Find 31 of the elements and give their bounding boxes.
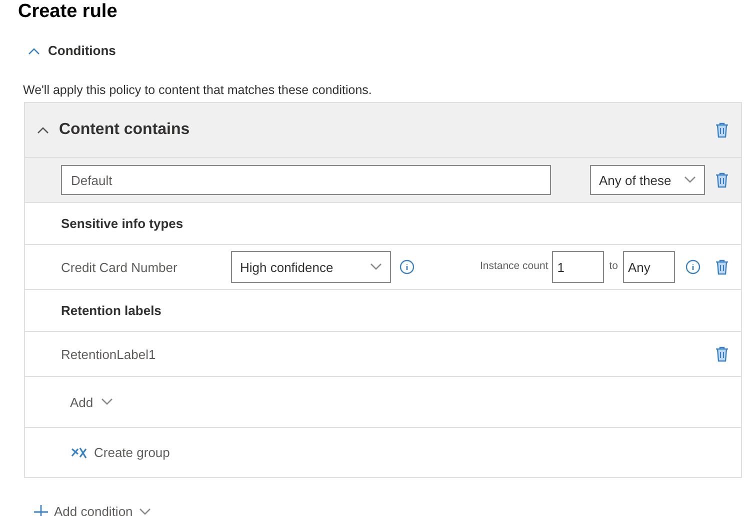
delete-icon[interactable] xyxy=(715,259,729,276)
page-title: Create rule xyxy=(17,0,118,23)
plus-icon xyxy=(34,505,48,516)
match-dropdown[interactable]: Any of these xyxy=(590,165,705,196)
chevron-down-icon xyxy=(370,263,382,272)
chevron-down-icon xyxy=(684,176,696,184)
info-type-name: Credit Card Number xyxy=(61,258,178,276)
to-label: to xyxy=(609,259,618,274)
confidence-dropdown[interactable]: High confidence xyxy=(231,251,391,284)
create-group-button[interactable]: Create group xyxy=(70,443,170,462)
instance-count-label: Instance count xyxy=(480,259,548,274)
info-icon[interactable] xyxy=(399,259,415,276)
section-heading: Sensitive info types xyxy=(61,215,184,233)
conditions-toggle[interactable]: Conditions xyxy=(28,41,751,60)
min-count-field[interactable]: 1 xyxy=(552,251,604,284)
section-heading: Retention labels xyxy=(61,302,162,320)
group-name-field[interactable]: Default xyxy=(61,165,551,196)
delete-icon[interactable] xyxy=(715,122,729,138)
delete-icon[interactable] xyxy=(715,346,729,362)
content-contains-toggle[interactable]: Content contains xyxy=(37,118,190,142)
group-icon xyxy=(70,446,88,460)
collapse-icon xyxy=(28,46,40,55)
retention-label-name: RetentionLabel1 xyxy=(61,346,156,364)
add-dropdown[interactable]: Add xyxy=(70,392,114,412)
info-icon[interactable] xyxy=(685,259,701,276)
chevron-down-icon xyxy=(101,398,114,406)
max-count-field[interactable]: Any xyxy=(623,251,675,284)
delete-icon[interactable] xyxy=(715,172,729,188)
collapse-icon xyxy=(37,126,49,134)
chevron-down-icon xyxy=(138,508,151,516)
description-text: We'll apply this policy to content that matches these conditions. xyxy=(23,82,373,99)
